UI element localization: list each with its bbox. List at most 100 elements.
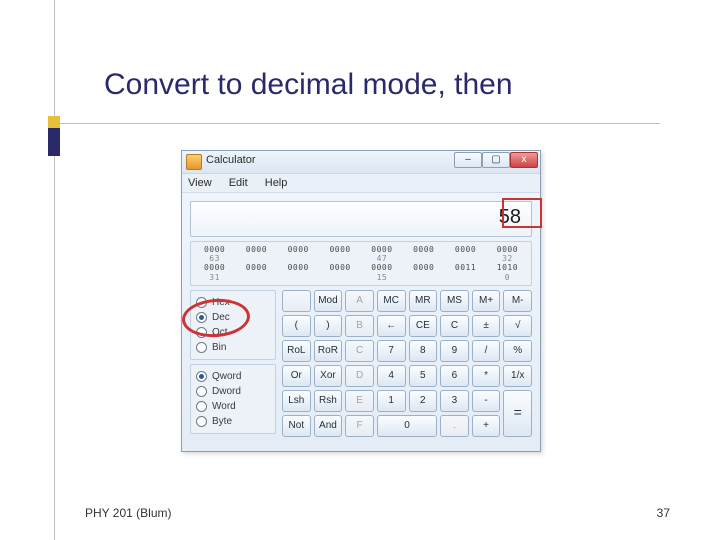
btn-mplus[interactable]: M+ (472, 290, 501, 312)
bit-index (237, 254, 276, 263)
btn-d[interactable]: D (345, 365, 374, 387)
btn-negate[interactable]: ± (472, 315, 501, 337)
titlebar: Calculator – ▢ x (182, 151, 540, 174)
btn-e[interactable]: E (345, 390, 374, 412)
btn-rol[interactable]: RoL (282, 340, 311, 362)
bit-nibble: 0000 (362, 263, 401, 272)
close-button[interactable]: x (510, 152, 538, 168)
btn-ms[interactable]: MS (440, 290, 469, 312)
radio-oct[interactable]: Oct (196, 325, 270, 340)
btn-ror[interactable]: RoR (314, 340, 343, 362)
btn-dot[interactable]: . (440, 415, 469, 437)
bit-index: 32 (488, 254, 527, 263)
radio-word[interactable]: Word (196, 399, 270, 414)
calculator-window: Calculator – ▢ x View Edit Help 58 0000 … (181, 150, 541, 452)
btn-rsh[interactable]: Rsh (314, 390, 343, 412)
slide-title: Convert to decimal mode, then (104, 68, 513, 102)
display-value: 58 (190, 201, 532, 237)
btn-and[interactable]: And (314, 415, 343, 437)
btn-6[interactable]: 6 (440, 365, 469, 387)
bit-index (446, 273, 485, 282)
bit-nibble: 1010 (488, 263, 527, 272)
btn-multiply[interactable]: * (472, 365, 501, 387)
bit-nibble: 0011 (446, 263, 485, 272)
btn-9[interactable]: 9 (440, 340, 469, 362)
radio-hex[interactable]: Hex (196, 295, 270, 310)
btn-mminus[interactable]: M- (503, 290, 532, 312)
footer-left: PHY 201 (Blum) (85, 506, 171, 520)
bit-nibble: 0000 (362, 245, 401, 254)
bit-panel: 0000 0000 0000 0000 0000 0000 0000 0000 … (190, 241, 532, 286)
menubar: View Edit Help (182, 174, 540, 193)
btn-plus[interactable]: + (472, 415, 501, 437)
menu-view[interactable]: View (188, 177, 212, 189)
btn-0[interactable]: 0 (377, 415, 437, 437)
bit-index (279, 254, 318, 263)
minimize-button[interactable]: – (454, 152, 482, 168)
menu-help[interactable]: Help (265, 177, 288, 189)
btn-chex[interactable]: C (345, 340, 374, 362)
bit-nibble: 0000 (446, 245, 485, 254)
bit-index (320, 254, 359, 263)
radio-hex-label: Hex (212, 297, 230, 308)
radio-dword-label: Dword (212, 386, 241, 397)
bit-index: 47 (362, 254, 401, 263)
btn-a[interactable]: A (345, 290, 374, 312)
btn-7[interactable]: 7 (377, 340, 406, 362)
bit-index (320, 273, 359, 282)
keypad: Mod A MC MR MS M+ M- ( ) B ← CE C ± √ Ro… (282, 290, 532, 437)
radio-bin-label: Bin (212, 342, 226, 353)
bit-nibble: 0000 (195, 245, 234, 254)
bit-nibble: 0000 (488, 245, 527, 254)
btn-xor[interactable]: Xor (314, 365, 343, 387)
bit-index (404, 273, 443, 282)
btn-5[interactable]: 5 (409, 365, 438, 387)
bit-nibble: 0000 (279, 245, 318, 254)
btn-minus[interactable]: - (472, 390, 501, 412)
bit-index: 0 (488, 273, 527, 282)
btn-lsh[interactable]: Lsh (282, 390, 311, 412)
btn-mr[interactable]: MR (409, 290, 438, 312)
bit-index (404, 254, 443, 263)
btn-not[interactable]: Not (282, 415, 311, 437)
btn-equals[interactable]: = (503, 390, 532, 437)
menu-edit[interactable]: Edit (229, 177, 248, 189)
btn-divide[interactable]: / (472, 340, 501, 362)
app-icon (186, 154, 202, 170)
btn-mc[interactable]: MC (377, 290, 406, 312)
radio-byte-label: Byte (212, 416, 232, 427)
btn-openparen[interactable]: ( (282, 315, 311, 337)
bit-nibble: 0000 (404, 245, 443, 254)
bit-index: 31 (195, 273, 234, 282)
btn-4[interactable]: 4 (377, 365, 406, 387)
btn-b[interactable]: B (345, 315, 374, 337)
radio-dec[interactable]: Dec (196, 310, 270, 325)
radio-byte[interactable]: Byte (196, 414, 270, 429)
bit-nibble: 0000 (195, 263, 234, 272)
radio-dword[interactable]: Dword (196, 384, 270, 399)
maximize-button[interactable]: ▢ (482, 152, 510, 168)
radio-oct-label: Oct (212, 327, 228, 338)
radio-qword[interactable]: Qword (196, 369, 270, 384)
btn-3[interactable]: 3 (440, 390, 469, 412)
btn-or[interactable]: Or (282, 365, 311, 387)
bit-index: 63 (195, 254, 234, 263)
bit-nibble: 0000 (237, 245, 276, 254)
radio-bin[interactable]: Bin (196, 340, 270, 355)
btn-blank[interactable] (282, 290, 311, 312)
btn-ce[interactable]: CE (409, 315, 438, 337)
btn-percent[interactable]: % (503, 340, 532, 362)
btn-2[interactable]: 2 (409, 390, 438, 412)
btn-f[interactable]: F (345, 415, 374, 437)
btn-c[interactable]: C (440, 315, 469, 337)
btn-closeparen[interactable]: ) (314, 315, 343, 337)
bit-nibble: 0000 (237, 263, 276, 272)
btn-mod[interactable]: Mod (314, 290, 343, 312)
bit-index (237, 273, 276, 282)
bit-index: 15 (362, 273, 401, 282)
btn-backspace[interactable]: ← (377, 315, 406, 337)
btn-8[interactable]: 8 (409, 340, 438, 362)
btn-sqrt[interactable]: √ (503, 315, 532, 337)
btn-1[interactable]: 1 (377, 390, 406, 412)
btn-reciprocal[interactable]: 1/x (503, 365, 532, 387)
